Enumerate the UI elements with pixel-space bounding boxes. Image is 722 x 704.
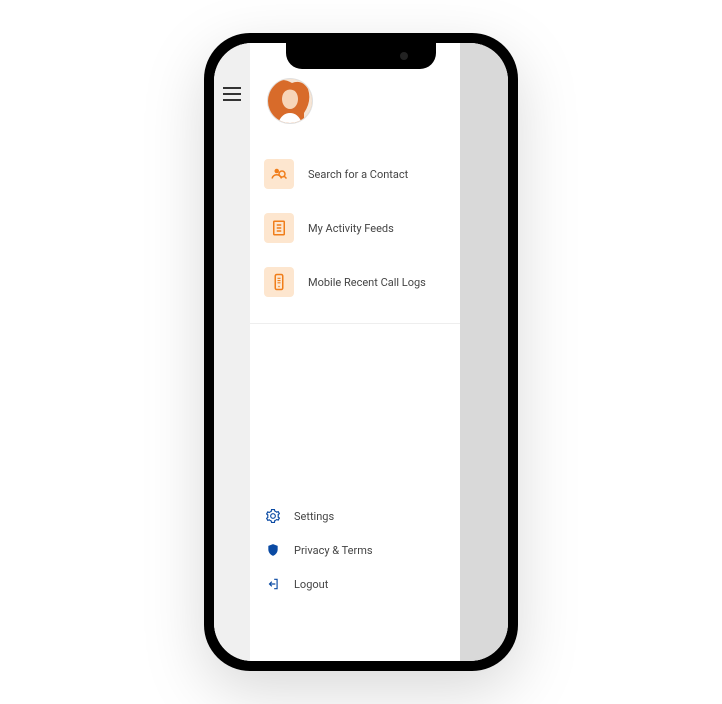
logout-icon xyxy=(264,575,282,593)
shield-icon xyxy=(264,541,282,559)
phone-mockup: Search for a Contact xyxy=(204,33,518,671)
menu-item-activity-feeds[interactable]: My Activity Feeds xyxy=(264,205,446,251)
menu-item-logout[interactable]: Logout xyxy=(264,567,446,601)
left-rail xyxy=(214,43,250,661)
menu-label: Logout xyxy=(294,578,328,591)
menu-label: Settings xyxy=(294,510,334,523)
menu-item-search-contact[interactable]: Search for a Contact xyxy=(264,151,446,197)
secondary-menu: Settings Privacy & Terms xyxy=(250,499,460,661)
menu-item-call-logs[interactable]: Mobile Recent Call Logs xyxy=(264,259,446,305)
hamburger-icon[interactable] xyxy=(223,87,241,101)
screen: Search for a Contact xyxy=(214,43,508,661)
gear-icon xyxy=(264,507,282,525)
search-contacts-icon xyxy=(264,159,294,189)
phone-frame: Search for a Contact xyxy=(204,33,518,671)
menu-label: Privacy & Terms xyxy=(294,544,373,557)
document-icon xyxy=(264,213,294,243)
phone-notch xyxy=(286,43,436,69)
phone-bezel: Search for a Contact xyxy=(214,43,508,661)
avatar[interactable] xyxy=(268,79,312,123)
menu-item-settings[interactable]: Settings xyxy=(264,499,446,533)
menu-label: My Activity Feeds xyxy=(308,222,394,235)
backdrop xyxy=(460,43,508,661)
menu-label: Mobile Recent Call Logs xyxy=(308,276,426,289)
primary-menu: Search for a Contact xyxy=(250,151,460,305)
spacer xyxy=(250,324,460,499)
menu-item-privacy[interactable]: Privacy & Terms xyxy=(264,533,446,567)
menu-label: Search for a Contact xyxy=(308,168,408,181)
side-drawer: Search for a Contact xyxy=(250,43,460,661)
phone-log-icon xyxy=(264,267,294,297)
